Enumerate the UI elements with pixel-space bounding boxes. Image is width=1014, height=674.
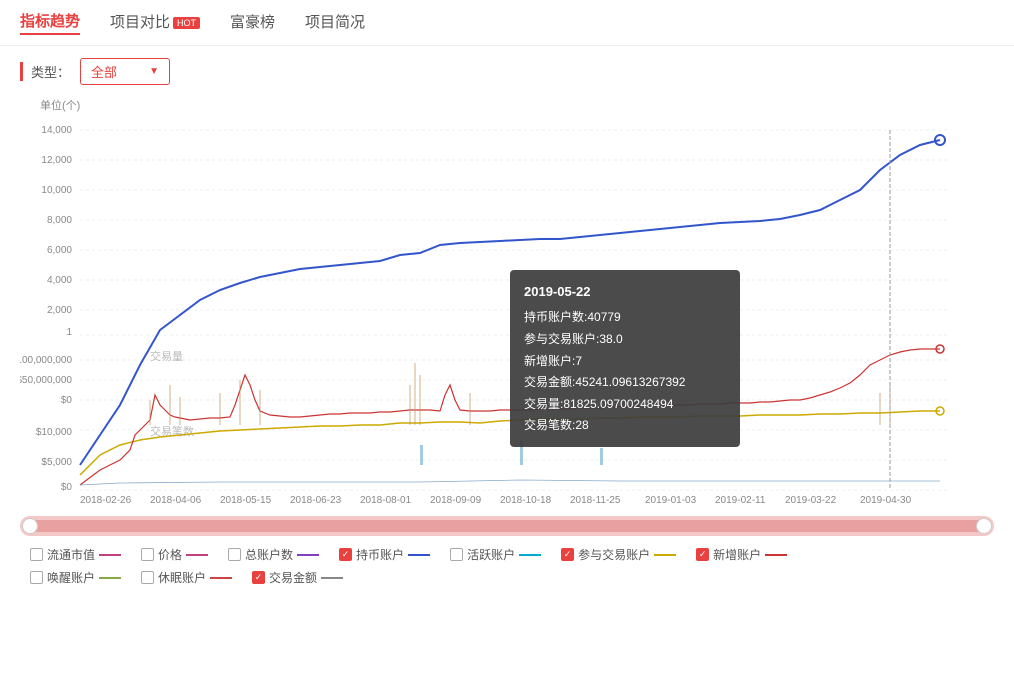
legend-item-market-cap[interactable]: 流通市值 <box>30 546 121 563</box>
chevron-down-icon: ▼ <box>149 66 159 77</box>
legend-line-dormant-accounts <box>210 577 232 579</box>
legend-item-trade-amount[interactable]: 交易金额 <box>252 569 343 586</box>
svg-text:交易量: 交易量 <box>150 349 183 363</box>
legend-line-price <box>186 554 208 556</box>
svg-text:2018-08-01: 2018-08-01 <box>360 495 412 505</box>
svg-text:4,000: 4,000 <box>47 275 72 286</box>
legend-label-trade-amount: 交易金额 <box>269 569 317 586</box>
legend-row-2: 唤醒账户 休眠账户 交易金额 <box>30 569 984 586</box>
svg-text:10,000: 10,000 <box>41 185 72 196</box>
legend-label-wakeup-accounts: 唤醒账户 <box>47 569 95 586</box>
legend-item-active-accounts[interactable]: 活跃账户 <box>450 546 541 563</box>
legend-checkbox-total-accounts[interactable] <box>228 548 241 561</box>
type-select[interactable]: 全部 ▼ <box>80 58 170 85</box>
svg-text:2019-02-11: 2019-02-11 <box>715 495 766 505</box>
legend-item-new-accounts[interactable]: 新增账户 <box>696 546 787 563</box>
scrollbar-track <box>25 520 989 532</box>
svg-text:$50,000,000: $50,000,000 <box>20 375 72 386</box>
svg-text:2019-04-30: 2019-04-30 <box>860 495 912 505</box>
svg-text:2018-11-25: 2018-11-25 <box>570 495 621 505</box>
legend-line-active-accounts <box>519 554 541 556</box>
chart-svg-wrapper: .grid-line { stroke: #ddd; stroke-width:… <box>20 115 994 508</box>
legend-item-total-accounts[interactable]: 总账户数 <box>228 546 319 563</box>
legend-label-total-accounts: 总账户数 <box>245 546 293 563</box>
chart-tooltip: 2019-05-22 持币账户数:40779 参与交易账户:38.0 新增账户:… <box>510 270 740 447</box>
legend-checkbox-active-accounts[interactable] <box>450 548 463 561</box>
svg-text:2019-01-03: 2019-01-03 <box>645 495 697 505</box>
scrollbar-handle-left[interactable] <box>22 518 38 534</box>
tooltip-date: 2019-05-22 <box>524 280 726 303</box>
legend-label-price: 价格 <box>158 546 182 563</box>
legend-label-dormant-accounts: 休眠账户 <box>158 569 206 586</box>
legend-checkbox-trading-accounts[interactable] <box>561 548 574 561</box>
svg-text:6,000: 6,000 <box>47 245 72 256</box>
nav-item-compare[interactable]: 项目对比HOT <box>110 11 200 34</box>
filter-label: 类型： <box>20 62 70 81</box>
type-select-value: 全部 <box>91 62 117 81</box>
svg-text:2,000: 2,000 <box>47 305 72 316</box>
legend-checkbox-new-accounts[interactable] <box>696 548 709 561</box>
legend-label-active-accounts: 活跃账户 <box>467 546 515 563</box>
nav-item-rich[interactable]: 富豪榜 <box>230 11 275 34</box>
chart-svg: .grid-line { stroke: #ddd; stroke-width:… <box>20 115 960 505</box>
legend-item-trading-accounts[interactable]: 参与交易账户 <box>561 546 676 563</box>
legend-item-wakeup-accounts[interactable]: 唤醒账户 <box>30 569 121 586</box>
tooltip-field-3: 交易金额:45241.09613267392 <box>524 372 726 394</box>
svg-text:$0: $0 <box>61 395 73 406</box>
tooltip-field-2: 新增账户:7 <box>524 351 726 373</box>
legend-checkbox-price[interactable] <box>141 548 154 561</box>
svg-text:8,000: 8,000 <box>47 215 72 226</box>
svg-text:2018-06-23: 2018-06-23 <box>290 495 342 505</box>
svg-text:1: 1 <box>66 327 72 338</box>
legend-line-market-cap <box>99 554 121 556</box>
legend-line-holding-accounts <box>408 554 430 556</box>
legend-checkbox-dormant-accounts[interactable] <box>141 571 154 584</box>
tooltip-field-4: 交易量:81825.09700248494 <box>524 394 726 416</box>
legend-item-dormant-accounts[interactable]: 休眠账户 <box>141 569 232 586</box>
svg-text:2018-02-26: 2018-02-26 <box>80 495 132 505</box>
svg-text:14,000: 14,000 <box>41 125 72 136</box>
chart-container: 单位(个) .grid-line { stroke: #ddd; stroke-… <box>20 97 994 508</box>
legend-line-total-accounts <box>297 554 319 556</box>
svg-text:$5,000: $5,000 <box>41 457 72 468</box>
legend-checkbox-trade-amount[interactable] <box>252 571 265 584</box>
svg-text:$100,000,000: $100,000,000 <box>20 355 72 366</box>
legend-checkbox-wakeup-accounts[interactable] <box>30 571 43 584</box>
top-nav: 指标趋势 项目对比HOT 富豪榜 项目简况 <box>0 0 1014 46</box>
tooltip-field-5: 交易笔数:28 <box>524 415 726 437</box>
legend-checkbox-market-cap[interactable] <box>30 548 43 561</box>
svg-text:12,000: 12,000 <box>41 155 72 166</box>
nav-item-summary[interactable]: 项目简况 <box>305 11 365 34</box>
legend-line-trade-amount <box>321 577 343 579</box>
y-axis-label: 单位(个) <box>40 97 994 113</box>
legend-label-holding-accounts: 持币账户 <box>356 546 404 563</box>
legend-line-trading-accounts <box>654 554 676 556</box>
svg-text:2018-04-06: 2018-04-06 <box>150 495 202 505</box>
legend-item-price[interactable]: 价格 <box>141 546 208 563</box>
svg-text:$10,000: $10,000 <box>36 427 73 438</box>
legend-area: 流通市值 价格 总账户数 持币账户 活跃账户 参与 <box>0 536 1014 602</box>
legend-line-wakeup-accounts <box>99 577 121 579</box>
svg-text:$0: $0 <box>61 482 73 493</box>
legend-line-new-accounts <box>765 554 787 556</box>
svg-text:2018-09-09: 2018-09-09 <box>430 495 482 505</box>
hot-badge: HOT <box>173 17 200 29</box>
legend-label-market-cap: 流通市值 <box>47 546 95 563</box>
legend-item-holding-accounts[interactable]: 持币账户 <box>339 546 430 563</box>
svg-text:2019-03-22: 2019-03-22 <box>785 495 837 505</box>
scrollbar-handle-right[interactable] <box>976 518 992 534</box>
legend-row-1: 流通市值 价格 总账户数 持币账户 活跃账户 参与 <box>30 546 984 563</box>
chart-scrollbar[interactable] <box>20 516 994 536</box>
tooltip-field-0: 持币账户数:40779 <box>524 307 726 329</box>
tooltip-field-1: 参与交易账户:38.0 <box>524 329 726 351</box>
svg-text:2018-10-18: 2018-10-18 <box>500 495 552 505</box>
legend-checkbox-holding-accounts[interactable] <box>339 548 352 561</box>
legend-label-new-accounts: 新增账户 <box>713 546 761 563</box>
legend-label-trading-accounts: 参与交易账户 <box>578 546 650 563</box>
svg-text:2018-05-15: 2018-05-15 <box>220 495 272 505</box>
filter-row: 类型： 全部 ▼ <box>0 46 1014 97</box>
nav-item-indicators[interactable]: 指标趋势 <box>20 10 80 35</box>
